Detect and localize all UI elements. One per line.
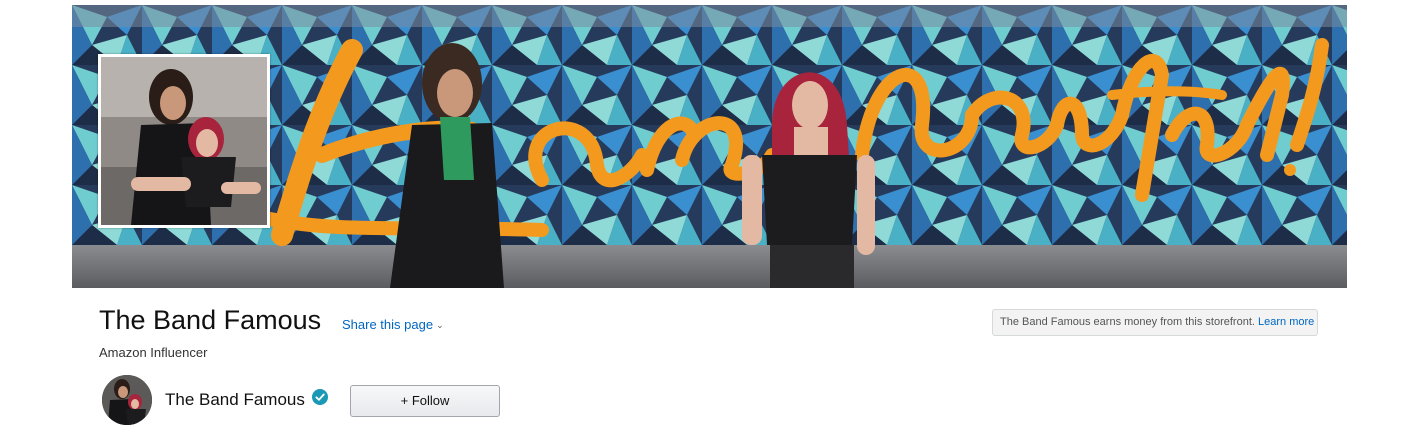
learn-more-link[interactable]: Learn more [1258, 316, 1314, 328]
profile-photo [98, 54, 270, 228]
verified-check-icon [312, 389, 328, 405]
avatar[interactable] [102, 375, 152, 425]
earnings-disclosure-text: The Band Famous earns money from this st… [1000, 316, 1255, 328]
avatar-image [102, 375, 152, 425]
chevron-down-icon[interactable]: ⌄ [436, 317, 444, 333]
follow-button[interactable]: + Follow [350, 385, 500, 417]
share-page-label[interactable]: Share this page [342, 317, 433, 332]
creator-name[interactable]: The Band Famous [165, 390, 305, 410]
profile-photo-image [101, 57, 267, 225]
influencer-storefront-page: The Band Famous Share this page ⌄ Amazon … [0, 0, 1422, 431]
page-title: The Band Famous [99, 305, 322, 335]
share-page-link[interactable]: Share this page ⌄ [342, 317, 444, 333]
influencer-subtitle: Amazon Influencer [99, 345, 208, 360]
earnings-disclosure-box: The Band Famous earns money from this st… [992, 309, 1318, 336]
